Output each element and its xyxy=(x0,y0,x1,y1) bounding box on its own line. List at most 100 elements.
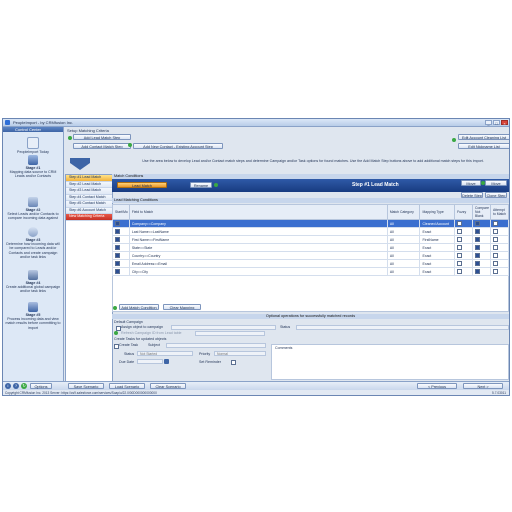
comments-label: Comments xyxy=(275,346,293,350)
stage-5-item[interactable]: Stage #5 Process incoming data and view … xyxy=(5,302,61,330)
due-date-field[interactable] xyxy=(137,359,163,364)
stage-4-item[interactable]: Stage #4 Create additional global campai… xyxy=(5,270,61,294)
table-row[interactable]: Email Address==Email All Exact xyxy=(112,259,509,268)
clear-scenario-button[interactable]: Clear Scenario xyxy=(150,383,186,389)
move-up-button[interactable]: Move xyxy=(461,180,481,186)
table-row[interactable]: State==State All Exact xyxy=(112,243,509,252)
table-row[interactable]: Company==Company All Cleaned Account xyxy=(112,219,509,228)
attempt-checkbox[interactable] xyxy=(493,229,498,234)
fuzzy-checkbox[interactable] xyxy=(457,245,463,250)
setup-matching-label: Setup Matching Criteria xyxy=(67,128,109,133)
row-checkbox[interactable] xyxy=(115,261,120,266)
mapping-type[interactable]: Exact xyxy=(419,227,456,236)
attempt-checkbox[interactable] xyxy=(493,221,498,226)
table-row[interactable]: First Name==FirstName All FirstName xyxy=(112,235,509,244)
row-checkbox[interactable] xyxy=(115,253,120,258)
not-blank-checkbox[interactable] xyxy=(475,269,481,274)
attempt-checkbox[interactable] xyxy=(493,253,498,258)
info-icon[interactable]: i xyxy=(5,383,11,389)
table-row[interactable]: Last Name==LastName All Exact xyxy=(112,227,509,236)
attempt-checkbox[interactable] xyxy=(493,261,498,266)
attempt-checkbox[interactable] xyxy=(493,237,498,242)
not-blank-checkbox[interactable] xyxy=(475,253,481,258)
stage-5-text: Process incoming data and view match res… xyxy=(5,317,61,330)
refresh-icon[interactable]: ↻ xyxy=(21,383,27,389)
green-indicator-icon xyxy=(113,306,117,310)
field-to-match: State==State xyxy=(128,243,388,252)
home-item[interactable]: PeopleImport Today xyxy=(5,137,61,154)
row-checkbox[interactable] xyxy=(115,229,120,234)
set-reminder-checkbox[interactable] xyxy=(231,360,236,365)
add-lead-match-button[interactable]: Add Lead Match Step xyxy=(73,134,131,140)
match-step-bar: Lead Match Rename Step #1 Lead Match Mov… xyxy=(112,179,509,192)
campaign-status-label: Status xyxy=(280,325,291,329)
row-checkbox[interactable] xyxy=(115,269,120,274)
mapping-type[interactable]: Exact xyxy=(419,259,456,268)
clear-mapping-button[interactable]: Clear Mapping xyxy=(163,304,201,310)
mapping-type[interactable]: Exact xyxy=(419,267,456,276)
save-scenario-button[interactable]: Save Scenario xyxy=(68,383,104,389)
match-category: All xyxy=(386,251,421,260)
close-button[interactable]: × xyxy=(501,120,508,126)
mapping-type[interactable]: Cleaned Account xyxy=(419,219,456,228)
edit-nickname-button[interactable]: Edit Nickname List xyxy=(458,143,509,149)
help-icon[interactable]: ? xyxy=(13,383,19,389)
match-step-list: Step #1 Lead Match Step #2 Lead Match St… xyxy=(65,174,113,386)
load-scenario-button[interactable]: Load Scenario xyxy=(109,383,145,389)
subject-field[interactable] xyxy=(166,343,266,348)
mapping-type[interactable]: FirstName xyxy=(419,235,456,244)
stage-5-icon xyxy=(28,302,38,312)
lead-match-type-button[interactable]: Lead Match xyxy=(117,182,167,188)
fuzzy-checkbox[interactable] xyxy=(457,261,463,266)
previous-button[interactable]: < Previous xyxy=(417,383,457,389)
add-new-contact-button[interactable]: Add New Contact - Existing Account Step xyxy=(133,143,223,149)
campaign-select[interactable] xyxy=(171,325,276,330)
stage-1-item[interactable]: Stage #1 Mapping data source to CRM Lead… xyxy=(5,155,61,179)
fuzzy-checkbox[interactable] xyxy=(457,229,463,234)
fuzzy-checkbox[interactable] xyxy=(457,221,463,226)
column-header: Compare Not Blank xyxy=(472,204,491,220)
status-text: Copyright CRMfusion Inc. 2013 Server: ht… xyxy=(5,391,157,395)
options-button[interactable]: Options xyxy=(30,383,52,389)
add-match-condition-button[interactable]: Add Match Condition xyxy=(119,304,159,310)
match-category: All xyxy=(386,235,421,244)
move-down-button[interactable]: Move xyxy=(485,180,507,186)
table-row[interactable]: City==City All Exact xyxy=(112,267,509,276)
attempt-checkbox[interactable] xyxy=(493,269,498,274)
task-status-select[interactable]: Not Started xyxy=(137,351,193,356)
edit-account-cleaning-button[interactable]: Edit Account Cleaning List xyxy=(458,134,509,140)
app-icon xyxy=(5,120,10,125)
column-header: Fuzzy xyxy=(454,204,474,220)
set-reminder-label: Set Reminder xyxy=(199,360,221,364)
not-blank-checkbox[interactable] xyxy=(475,245,481,250)
mapping-type[interactable]: Exact xyxy=(419,243,456,252)
priority-select[interactable]: Normal xyxy=(214,351,266,356)
fuzzy-checkbox[interactable] xyxy=(457,237,463,242)
row-checkbox[interactable] xyxy=(115,237,120,242)
row-checkbox[interactable] xyxy=(115,245,120,250)
add-contact-match-button[interactable]: Add Contact Match Step xyxy=(73,143,131,149)
match-step-item[interactable]: New Matching Criteria xyxy=(66,214,112,221)
green-indicator-icon xyxy=(128,143,132,147)
rename-button[interactable]: Rename xyxy=(190,182,212,188)
mapping-type[interactable]: Exact xyxy=(419,251,456,260)
minimize-button[interactable]: _ xyxy=(485,120,492,126)
stage-2-item[interactable]: Stage #2 Select Leads and/or Contacts to… xyxy=(5,197,61,221)
row-checkbox[interactable] xyxy=(115,221,120,226)
maximize-button[interactable]: □ xyxy=(493,120,500,126)
next-button[interactable]: Next > xyxy=(463,383,503,389)
table-row[interactable]: Country==Country All Exact xyxy=(112,251,509,260)
refresh-campaign-field[interactable] xyxy=(195,331,265,336)
not-blank-checkbox[interactable] xyxy=(475,229,481,234)
fuzzy-checkbox[interactable] xyxy=(457,253,463,258)
comments-area[interactable]: Comments xyxy=(271,344,509,380)
not-blank-checkbox[interactable] xyxy=(475,261,481,266)
attempt-checkbox[interactable] xyxy=(493,245,498,250)
campaign-status-select[interactable] xyxy=(296,325,509,330)
stage-3-item[interactable]: Stage #3 Determine how incoming data wil… xyxy=(5,227,61,259)
not-blank-checkbox[interactable] xyxy=(475,237,481,242)
not-blank-checkbox[interactable] xyxy=(475,221,481,226)
fuzzy-checkbox[interactable] xyxy=(457,269,463,274)
optional-operations-header: Optional operations for successfully mat… xyxy=(112,314,509,319)
calendar-icon[interactable] xyxy=(164,359,169,364)
